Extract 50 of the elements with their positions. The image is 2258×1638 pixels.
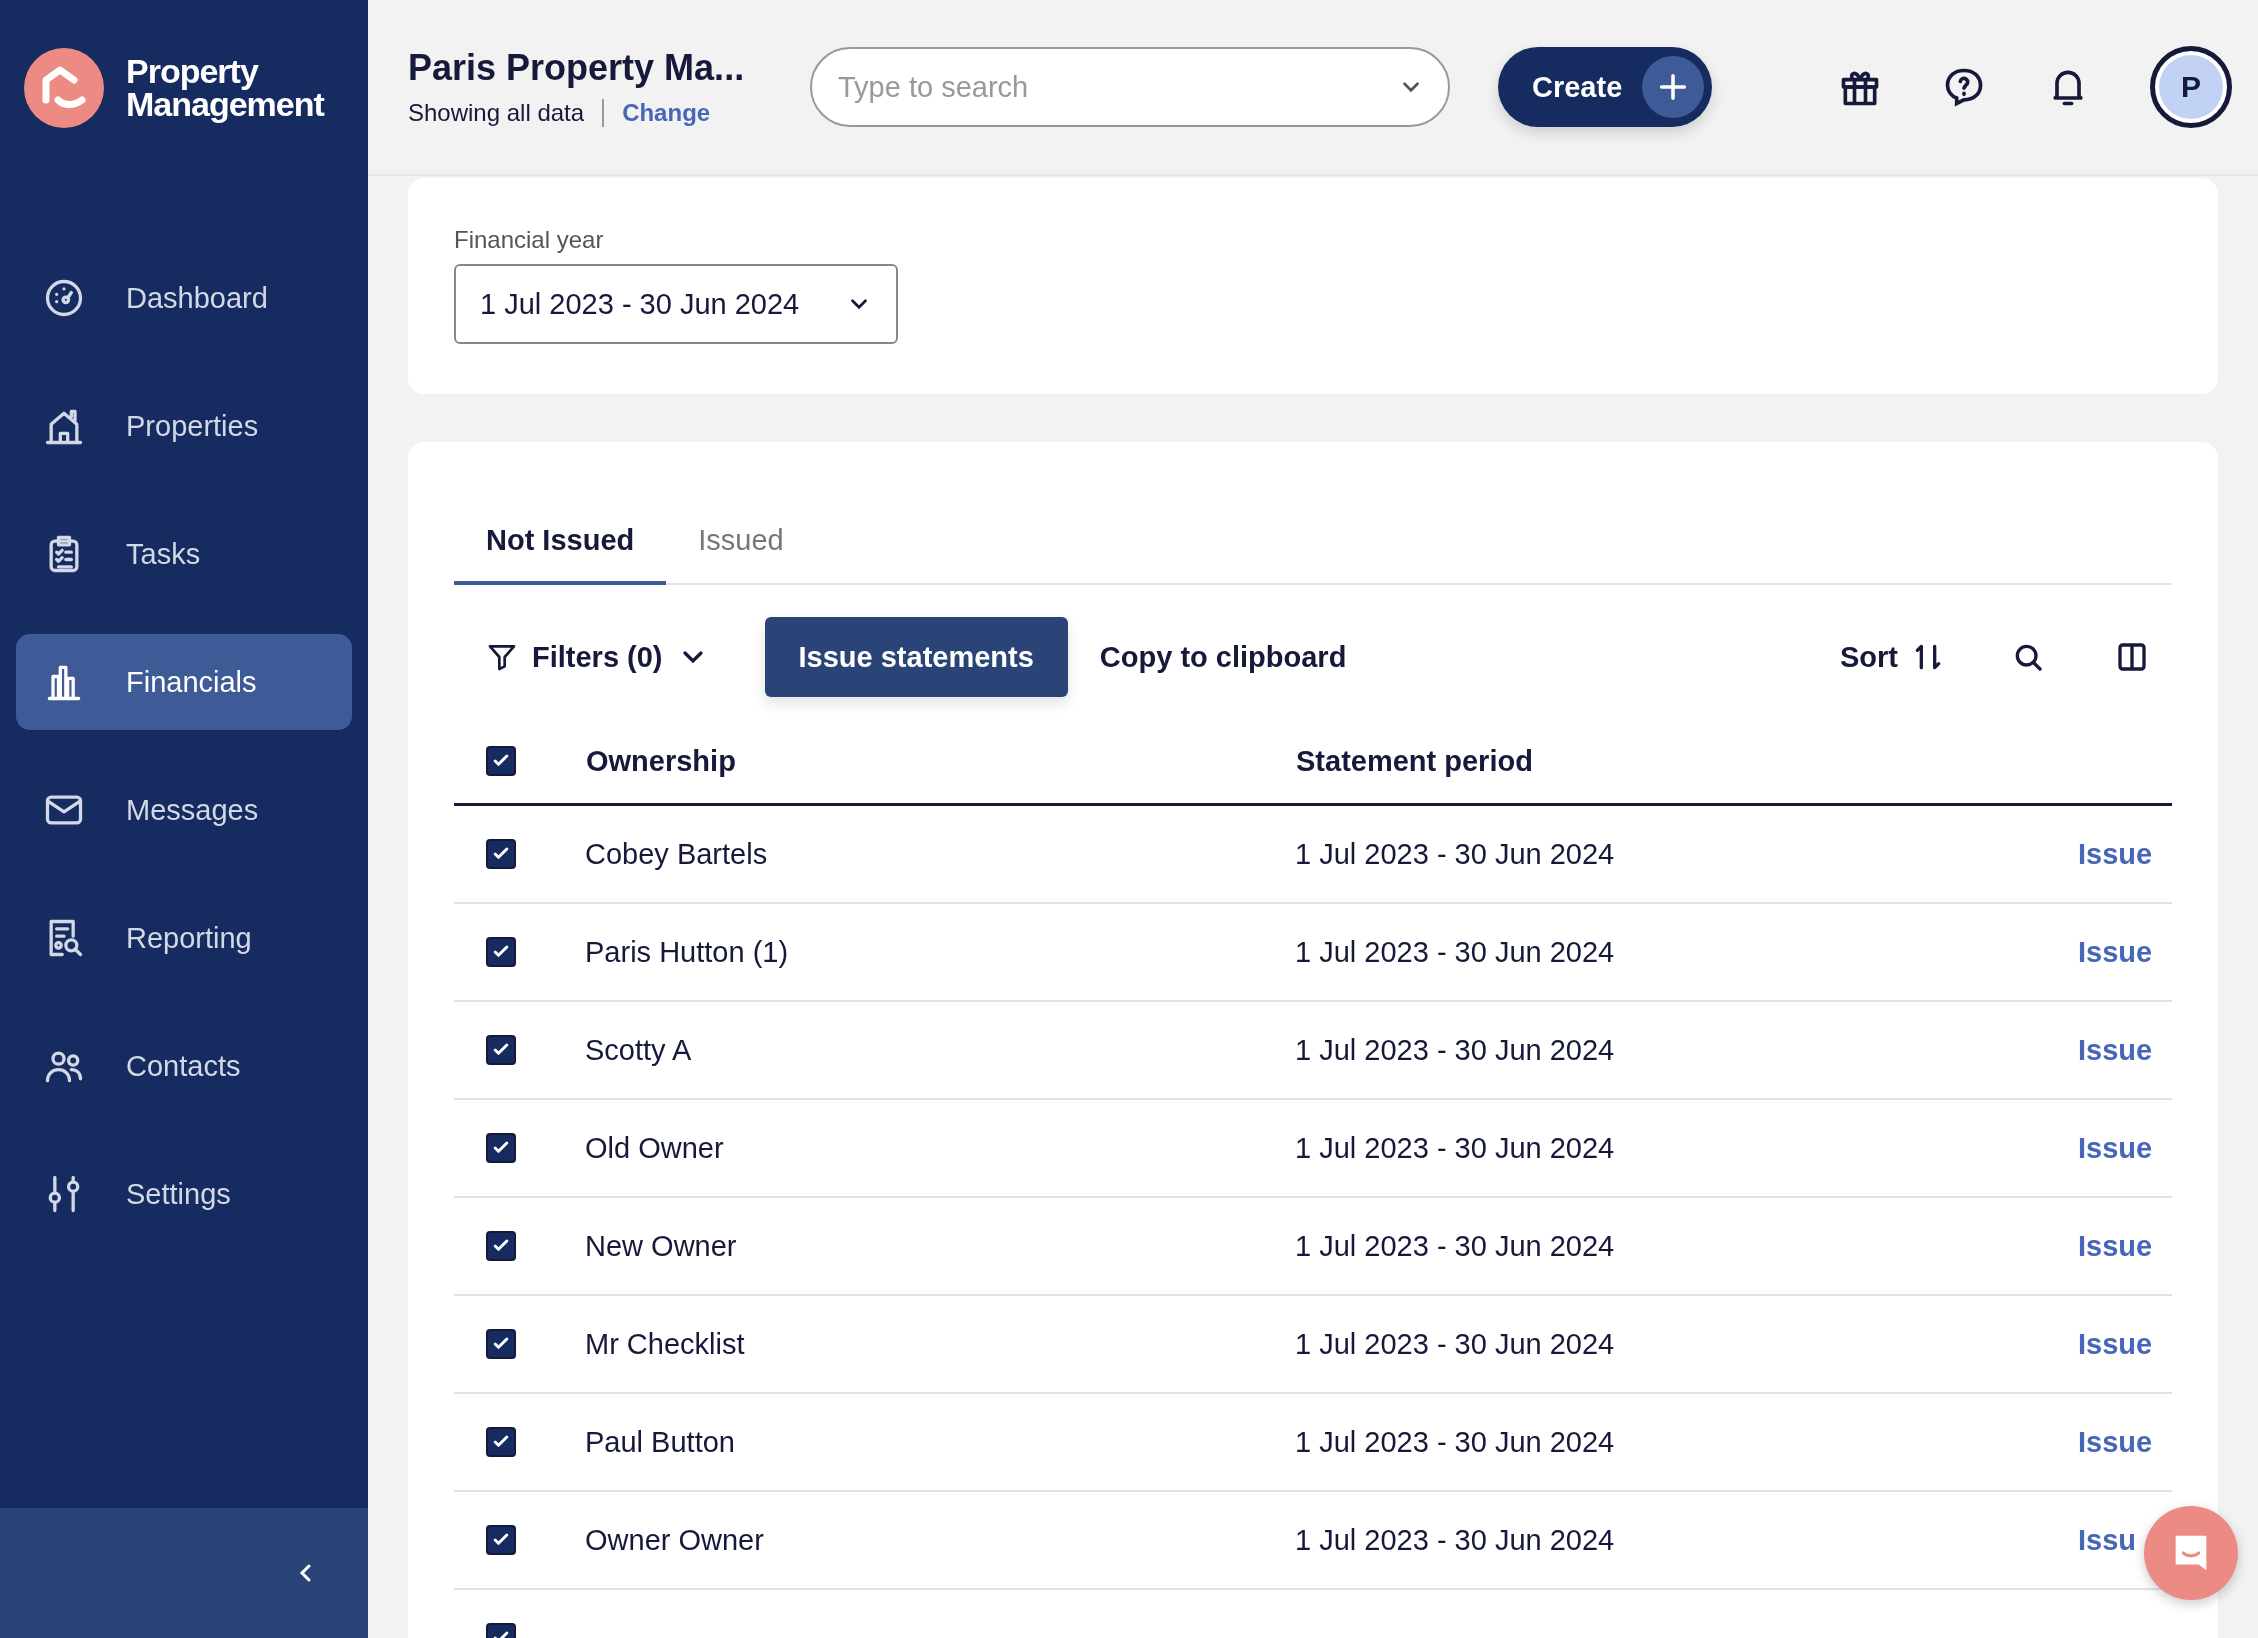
avatar[interactable]: P: [2150, 46, 2232, 128]
field-label: Financial year: [454, 226, 605, 254]
column-header: Ownership: [585, 719, 1295, 805]
issue-statements-button[interactable]: Issue statements: [764, 617, 1068, 697]
table-cell: Paul Button: [585, 1425, 735, 1458]
table-cell: 1 Jul 2023 - 30 Jun 2024: [1295, 1523, 1615, 1556]
sidebar-item[interactable]: Contacts: [16, 1018, 352, 1114]
search-field[interactable]: Type to search: [810, 47, 1450, 127]
table-cell: 1 Jul 2023 - 30 Jun 2024: [1295, 935, 1615, 968]
table-cell: 1 Jul 2023 - 30 Jun 2024: [1295, 1033, 1615, 1066]
brand-name: Property Management: [126, 55, 324, 121]
sort-button[interactable]: Sort: [1808, 640, 1976, 674]
filters-button[interactable]: Filters (0): [454, 640, 741, 674]
account-name: Paris Property Ma...: [408, 47, 746, 89]
sidebar-item[interactable]: Properties: [16, 378, 352, 474]
search-input[interactable]: Type to search: [836, 69, 1398, 105]
scope-text: Showing all data: [408, 99, 585, 127]
issue-link[interactable]: Issue: [2078, 837, 2153, 870]
sidebar-item[interactable]: Tasks: [16, 506, 352, 602]
table-cell: Old Owner: [585, 1131, 724, 1164]
sidebar-item[interactable]: Dashboard: [16, 250, 352, 346]
table-cell: New Owner: [585, 1229, 737, 1262]
table-cell: 1 Jul 2023 - 30 Jun 2024: [1295, 1327, 1615, 1360]
sidebar-item[interactable]: Reporting: [16, 890, 352, 986]
table-cell: Paris Hutton (1): [585, 935, 789, 968]
table-cell: 1 Jul 2023 - 30 Jun 2024: [1295, 1229, 1615, 1262]
issue-link[interactable]: Issue: [2078, 1327, 2153, 1360]
table-cell: Owner Owner: [585, 1523, 764, 1556]
issue-link[interactable]: Issue: [2078, 1425, 2153, 1458]
year-dropdown[interactable]: 1 Jul 2023 - 30 Jun 2024: [454, 264, 898, 344]
table-cell: Mr Checklist: [585, 1327, 745, 1360]
sidebar-item[interactable]: Settings: [16, 1146, 352, 1242]
table-cell: Scotty A: [585, 1033, 692, 1066]
table-cell: 1 Jul 2023 - 30 Jun 2024: [1295, 1425, 1615, 1458]
issue-link[interactable]: Issue: [2078, 1033, 2153, 1066]
issue-link[interactable]: Issue: [2078, 1131, 2153, 1164]
issue-link[interactable]: Issue: [2078, 1229, 2153, 1262]
sidebar-item[interactable]: Financials: [16, 634, 352, 730]
issue-link[interactable]: Issue: [2078, 935, 2153, 968]
tab[interactable]: Not Issued: [454, 510, 667, 585]
issue-link[interactable]: Issu: [2078, 1523, 2137, 1556]
copy-button[interactable]: Copy to clipboard: [1067, 640, 1379, 674]
sidebar-item[interactable]: Messages: [16, 762, 352, 858]
create-button[interactable]: Create: [1498, 47, 1713, 127]
tab[interactable]: Issued: [666, 510, 816, 585]
change-link[interactable]: Change: [622, 99, 711, 127]
table-cell: 1 Jul 2023 - 30 Jun 2024: [1295, 837, 1615, 870]
column-header: Statement period: [1295, 719, 2078, 805]
table-cell: 1 Jul 2023 - 30 Jun 2024: [1295, 1131, 1615, 1164]
table-cell: Cobey Bartels: [585, 837, 768, 870]
